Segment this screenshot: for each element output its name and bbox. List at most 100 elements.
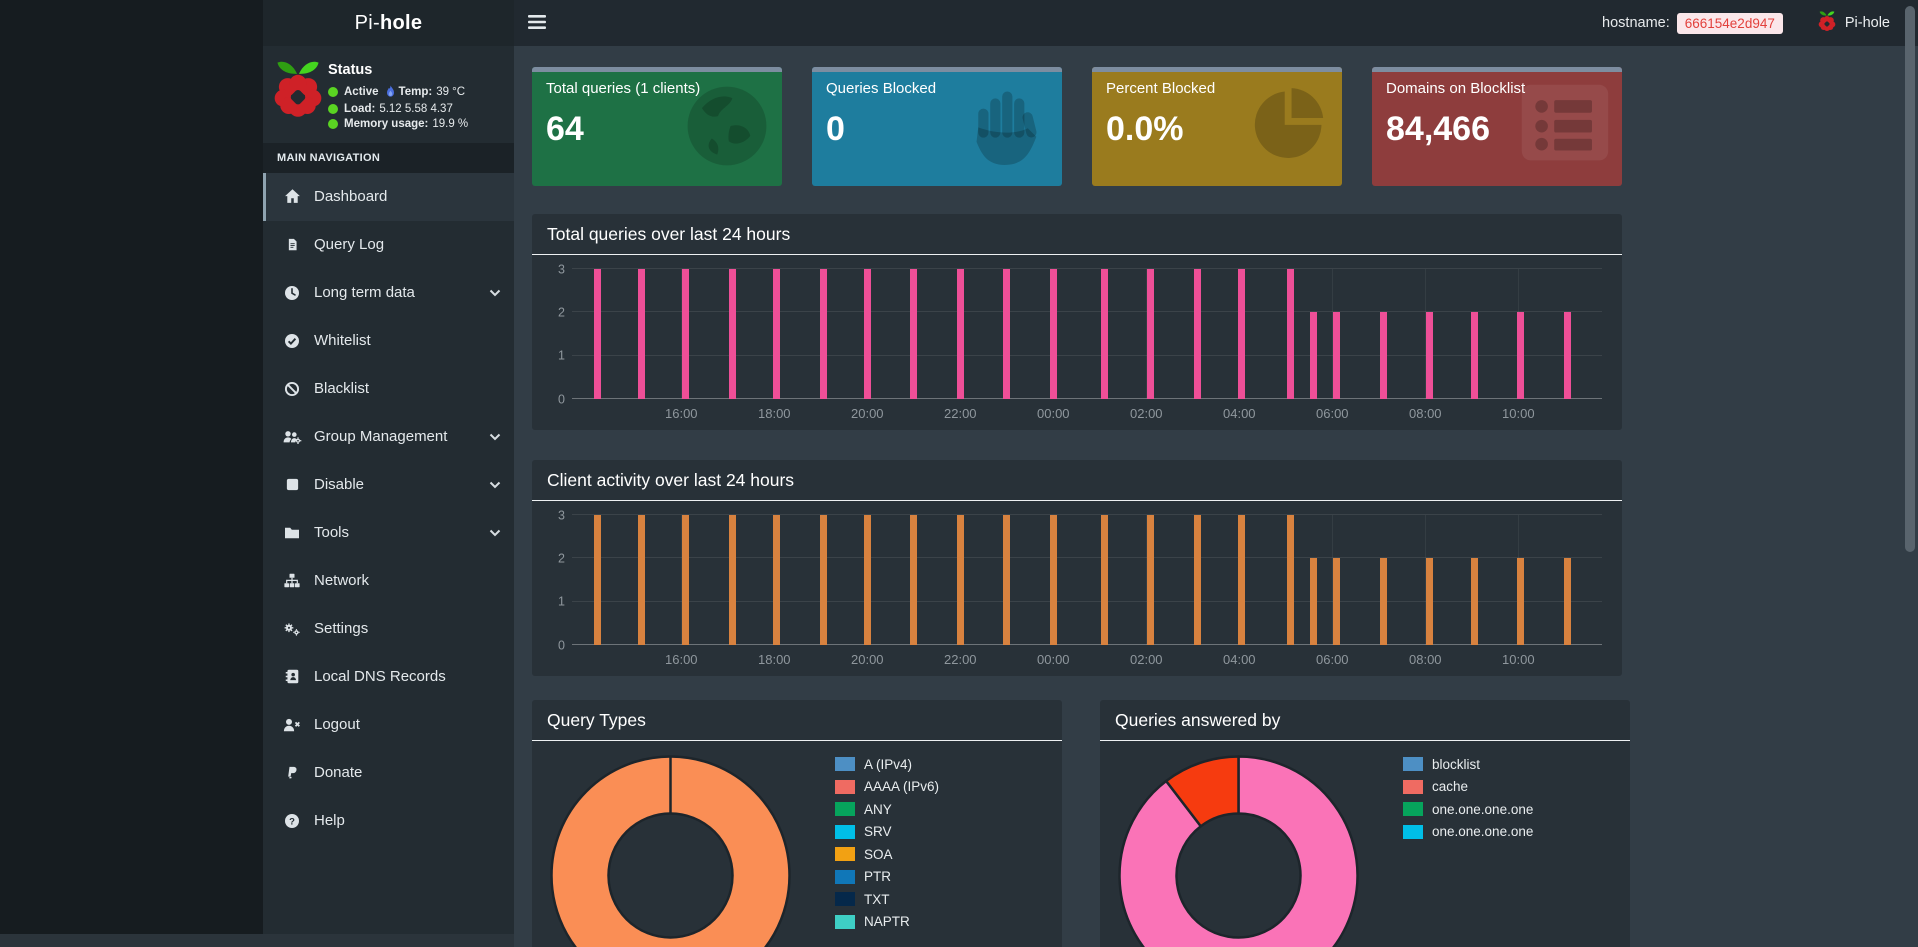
sidebar-item-network[interactable]: Network [263,557,514,605]
x-axis-label: 00:00 [1037,406,1070,421]
chart-bar[interactable] [1286,269,1294,399]
chart-bar[interactable] [728,269,736,399]
sidebar-item-logout[interactable]: Logout [263,701,514,749]
top-navbar: hostname: 666154e2d947 Pi-hole [514,0,1918,46]
chart-bar[interactable] [1333,312,1341,399]
chart-bar[interactable] [1563,312,1571,399]
legend-item-blocklist[interactable]: blocklist [1403,755,1533,773]
legend-item-naptr[interactable]: NAPTR [835,913,939,931]
chart-bar[interactable] [1286,515,1294,645]
sidebar-item-disable[interactable]: Disable [263,461,514,509]
sidebar-item-group-management[interactable]: Group Management [263,413,514,461]
chart-bar[interactable] [594,269,602,399]
gridline [572,644,1602,645]
chart-bar[interactable] [1517,558,1525,645]
chart-bar[interactable] [1049,515,1057,645]
chart-bar[interactable] [1003,269,1011,399]
chart-bar[interactable] [1100,515,1108,645]
legend-item-one-one-one-one[interactable]: one.one.one.one [1403,800,1533,818]
chart-bar[interactable] [1193,269,1201,399]
chart-plot[interactable]: 0 1 2 3 16:00 18:00 20:00 22:00 00:00 02:00 04:00 0… [558,263,1602,421]
x-axis-label: 08:00 [1409,652,1442,667]
chart-bar[interactable] [863,515,871,645]
sidebar-item-dashboard[interactable]: Dashboard [263,172,514,221]
stat-card-value: 0.0% [1106,110,1184,148]
legend-swatch [1403,824,1423,839]
gridline [572,600,1602,602]
sidebar-item-long-term-data[interactable]: Long term data [263,269,514,317]
vertical-scrollbar-thumb[interactable] [1905,6,1915,552]
donut-chart[interactable] [548,753,793,947]
chart-bar[interactable] [638,269,646,399]
chart-bar[interactable] [1563,558,1571,645]
chart-bar[interactable] [1517,312,1525,399]
chart-plot[interactable]: 0 1 2 3 16:00 18:00 20:00 22:00 00:00 02:00 04:00 0… [558,509,1602,667]
legend-item-any[interactable]: ANY [835,800,939,818]
sidebar-item-help[interactable]: ? Help [263,797,514,845]
chart-bar[interactable] [1333,558,1341,645]
legend-item-srv[interactable]: SRV [835,823,939,841]
legend-item-cache[interactable]: cache [1403,778,1533,796]
panel-query-types: Query Types A (IPv4) AAAA (IPv6) ANY SRV SOA… [532,700,1062,947]
sidebar-item-label: Blacklist [314,380,370,398]
chart-bar[interactable] [1310,558,1318,645]
chart-bar[interactable] [1426,558,1434,645]
sidebar-item-local-dns-records[interactable]: Local DNS Records [263,653,514,701]
app-logo[interactable]: Pi-hole [263,0,514,46]
chart-bar[interactable] [819,515,827,645]
chart-bar[interactable] [1003,515,1011,645]
chart-bar[interactable] [1379,312,1387,399]
chart-bar[interactable] [773,515,781,645]
donut-chart[interactable] [1116,753,1361,947]
legend-item-one-one-one-one[interactable]: one.one.one.one [1403,823,1533,841]
chart-bar[interactable] [682,515,690,645]
chart-bar[interactable] [1470,312,1478,399]
chart-bar[interactable] [1049,269,1057,399]
chart-bar[interactable] [594,515,602,645]
chart-bar[interactable] [956,269,964,399]
y-axis-label: 3 [558,507,565,522]
legend-item-ptr[interactable]: PTR [835,868,939,886]
chart-bar[interactable] [910,269,918,399]
raspberry-icon [1817,10,1837,37]
stat-card-total-queries-1-clients: Total queries (1 clients) 64 [532,67,782,186]
chart-bar[interactable] [1238,515,1246,645]
legend-swatch [835,802,855,816]
chart-bar[interactable] [1100,269,1108,399]
chart-bar[interactable] [1379,558,1387,645]
legend-swatch [1403,757,1423,771]
hamburger-icon [528,14,546,32]
chart-bar[interactable] [682,269,690,399]
chart-bar[interactable] [956,515,964,645]
chart-bar[interactable] [863,269,871,399]
chart-bar[interactable] [1193,515,1201,645]
legend-item-txt[interactable]: TXT [835,890,939,908]
chart-bar[interactable] [1147,269,1155,399]
legend-item-aaaa-ipv6[interactable]: AAAA (IPv6) [835,778,939,796]
sidebar-item-settings[interactable]: Settings [263,605,514,653]
chart-bar[interactable] [1310,312,1318,399]
chart-bar[interactable] [910,515,918,645]
legend-swatch [835,847,855,861]
chart-bar[interactable] [1147,515,1155,645]
sidebar-item-tools[interactable]: Tools [263,509,514,557]
users-gear-icon [281,429,303,445]
chart-bar[interactable] [1470,558,1478,645]
sidebar-item-blacklist[interactable]: Blacklist [263,365,514,413]
horizontal-scrollbar-thumb[interactable] [0,934,514,947]
sidebar-item-donate[interactable]: Donate [263,749,514,797]
chevron-down-icon [489,289,501,297]
sidebar-toggle-button[interactable] [528,14,546,32]
legend-item-a-ipv4[interactable]: A (IPv4) [835,755,939,773]
sidebar-item-label: Logout [314,716,360,734]
chart-bar[interactable] [1238,269,1246,399]
chart-bar[interactable] [638,515,646,645]
chart-bar[interactable] [1426,312,1434,399]
chart-bar[interactable] [728,515,736,645]
sidebar-item-whitelist[interactable]: Whitelist [263,317,514,365]
client-activity-chart: 0 1 2 3 16:00 18:00 20:00 22:00 00:00 02:00 04:00 0… [548,505,1608,673]
chart-bar[interactable] [773,269,781,399]
legend-item-soa[interactable]: SOA [835,845,939,863]
chart-bar[interactable] [819,269,827,399]
sidebar-item-query-log[interactable]: Query Log [263,221,514,269]
